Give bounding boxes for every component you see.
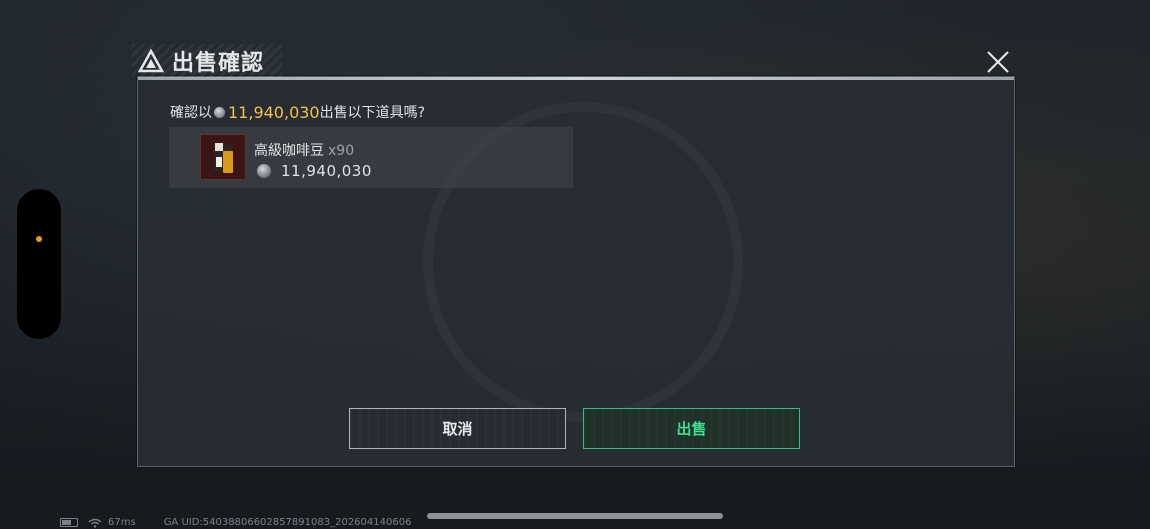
- silver-coin-icon: [257, 164, 271, 178]
- cancel-button-label: 取消: [442, 420, 473, 438]
- triangle-logo-icon: [138, 49, 164, 73]
- dialog-title: 出售確認: [172, 51, 265, 76]
- uid-text: GA UID:5403880660285789108З_202604140606: [163, 517, 412, 528]
- confirm-prompt: 確認以 11,940,030 出售以下道具嗎?: [170, 102, 425, 122]
- battery-icon: [60, 518, 78, 527]
- close-button[interactable]: [984, 48, 1012, 76]
- status-bar: 67ms GA UID:5403880660285789108З_2026041…: [60, 516, 411, 529]
- wifi-icon: [88, 518, 102, 528]
- cancel-button[interactable]: 取消: [349, 408, 566, 449]
- item-quantity: x90: [328, 143, 355, 159]
- ping-text: 67ms: [108, 517, 136, 528]
- sell-item-row: 高級咖啡豆 x90 11,940,030: [169, 127, 573, 188]
- silver-coin-icon: [214, 106, 225, 118]
- prompt-suffix: 出售以下道具嗎?: [319, 105, 426, 121]
- prompt-amount: 11,940,030: [228, 102, 320, 122]
- sell-confirm-dialog: 確認以 11,940,030 出售以下道具嗎? 高級咖啡豆 x90 11,940,…: [137, 76, 1015, 467]
- sell-button[interactable]: 出售: [583, 408, 800, 449]
- notification-dot: [36, 236, 42, 242]
- sell-button-label: 出售: [676, 420, 707, 438]
- item-name: 高級咖啡豆 x90: [254, 140, 354, 160]
- item-price: 11,940,030: [281, 162, 372, 180]
- coffee-bean-bag-icon: [200, 134, 246, 180]
- item-name-text: 高級咖啡豆: [254, 143, 324, 159]
- prompt-prefix: 確認以: [170, 105, 212, 121]
- dialog-title-bar: 出售確認: [132, 44, 1019, 80]
- close-icon: [987, 51, 1009, 73]
- home-indicator[interactable]: [427, 513, 723, 519]
- side-handle[interactable]: [17, 189, 61, 339]
